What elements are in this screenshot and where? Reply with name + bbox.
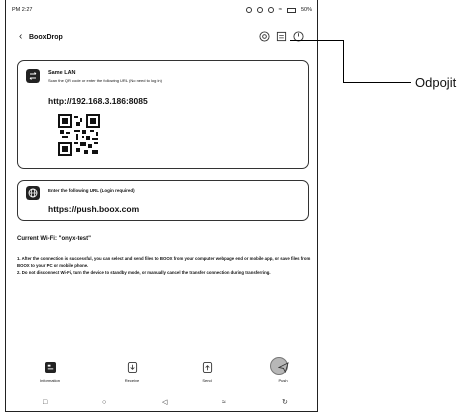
callout-line-bottom [343, 82, 411, 83]
push-card-title: Enter the following URL (Login required) [48, 188, 135, 193]
circle-icon [267, 7, 274, 13]
tab-send[interactable]: Send [182, 362, 232, 383]
information-icon [44, 362, 56, 373]
tab-information-label: Information [39, 378, 60, 383]
refresh-nav-icon[interactable]: ≈ [222, 398, 226, 408]
wifi-icon: ≈ [278, 7, 282, 13]
same-lan-subtitle: Scan the QR code or enter the following … [48, 78, 162, 83]
status-bar: PM 2:27 ≈ 50% [12, 7, 312, 17]
status-time: PM 2:27 [12, 7, 33, 13]
sync-icon [245, 7, 252, 13]
push-icon [277, 362, 289, 374]
push-url-card: Enter the following URL (Login required)… [17, 180, 309, 221]
current-wifi: Current Wi-Fi: "onyx-test" [17, 236, 91, 242]
instruction-2: 2. Do not disconnect Wi-Fi, turn the dev… [17, 270, 271, 275]
receive-icon [127, 362, 137, 373]
file-icon[interactable] [276, 31, 287, 42]
settings-icon[interactable] [259, 31, 270, 42]
tab-push-label: Push [278, 378, 288, 383]
tab-receive-label: Receive [124, 378, 140, 383]
status-icons: ≈ 50% [245, 7, 312, 13]
device-screen: PM 2:27 ≈ 50% ‹ BooxDrop Same LAN Scan t… [5, 0, 318, 412]
tab-send-label: Send [202, 378, 212, 383]
tab-push[interactable]: Push [258, 362, 308, 383]
qr-code [58, 114, 100, 156]
back-nav-icon[interactable]: ◁ [162, 398, 167, 408]
battery-icon [286, 7, 296, 13]
push-url: https://push.boox.com [48, 204, 140, 214]
bottom-tabs: Information Receive Send Push [12, 362, 318, 394]
callout-line-vertical [343, 40, 344, 82]
battery-level: 50% [300, 7, 312, 13]
home-nav-icon[interactable]: ○ [102, 398, 106, 408]
lan-url: http://192.168.3.186:8085 [48, 96, 148, 106]
tab-receive[interactable]: Receive [107, 362, 157, 383]
square-nav-icon[interactable]: □ [43, 398, 47, 408]
send-icon [202, 362, 212, 373]
tab-information[interactable]: Information [25, 362, 75, 383]
globe-icon [26, 186, 40, 200]
same-lan-title: Same LAN [48, 70, 76, 76]
lan-icon [26, 69, 40, 83]
callout-label: Odpojit [415, 75, 457, 90]
instructions: 1. After the connection is successful, y… [17, 255, 313, 276]
instruction-1: 1. After the connection is successful, y… [17, 256, 311, 268]
system-nav-bar: □ ○ ◁ ≈ ↻ [12, 398, 318, 410]
same-lan-card: Same LAN Scan the QR code or enter the f… [17, 60, 309, 169]
top-bar: ‹ BooxDrop [19, 31, 309, 45]
page-title: BooxDrop [29, 34, 63, 41]
callout-line-top [290, 40, 344, 41]
circle-icon [256, 7, 263, 13]
chevron-left-icon[interactable]: ‹ [19, 31, 22, 43]
rotate-nav-icon[interactable]: ↻ [282, 398, 288, 408]
